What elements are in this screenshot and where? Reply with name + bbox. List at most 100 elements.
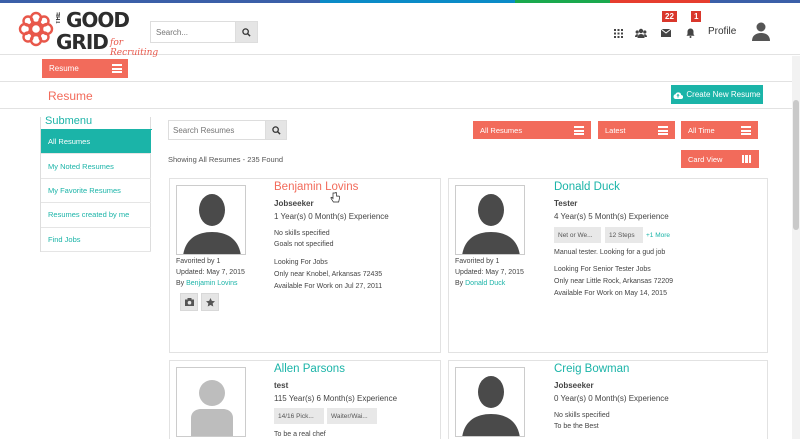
time-range-dropdown[interactable]: All Time: [681, 121, 758, 139]
candidate-location: Only near Little Rock, Arkansas 72209: [554, 278, 674, 285]
resume-type-label: All Resumes: [480, 125, 523, 135]
logo[interactable]: THE GOOD GRID for Recruiting: [18, 7, 158, 58]
resume-search-input[interactable]: [169, 121, 265, 139]
view-mode-dropdown[interactable]: Card View: [681, 150, 759, 168]
resume-photo: [455, 185, 525, 255]
camera-icon: [184, 298, 194, 306]
candidate-experience: 0 Year(s) 0 Month(s) Experience: [554, 394, 669, 403]
time-range-label: All Time: [688, 125, 715, 135]
candidate-role: Tester: [554, 199, 578, 208]
candidate-location: Only near Knobel, Arkansas 72435: [274, 271, 383, 278]
submenu-title: Submenu: [45, 115, 93, 127]
resume-search-button[interactable]: [265, 121, 286, 139]
user-silhouette-icon: [462, 194, 520, 254]
resume-card[interactable]: Creig Bowman Jobseeker 0 Year(s) 0 Month…: [448, 360, 768, 439]
submenu-item-all-resumes[interactable]: All Resumes: [41, 130, 151, 155]
search-icon: [271, 125, 281, 135]
candidate-goals: To be the Best: [554, 423, 599, 430]
hand-cursor-icon: [330, 192, 340, 203]
page-title: Resume: [48, 89, 93, 103]
candidate-skills: No skills specified: [274, 230, 330, 237]
candidate-looking-for: Looking For Jobs: [274, 259, 328, 266]
candidate-experience: 115 Year(s) 6 Month(s) Experience: [274, 394, 398, 403]
notifications-button[interactable]: 1: [683, 11, 702, 40]
menu-icon: [741, 126, 751, 135]
resume-type-dropdown[interactable]: All Resumes: [473, 121, 591, 139]
module-bar: Resume: [0, 56, 800, 82]
messages-button[interactable]: 22: [659, 11, 677, 40]
more-skills-link[interactable]: +1 More: [646, 227, 676, 243]
search-icon: [242, 27, 251, 37]
resume-card[interactable]: Benjamin Lovins Jobseeker 1 Year(s) 0 Mo…: [169, 178, 441, 353]
submenu-panel: Submenu All Resumes My Noted Resumes My …: [40, 115, 152, 252]
menu-icon: [112, 64, 122, 73]
cloud-upload-icon: [673, 91, 684, 99]
sort-dropdown[interactable]: Latest: [598, 121, 675, 139]
candidate-looking-for: Looking For Senior Tester Jobs: [554, 266, 651, 273]
top-header: THE GOOD GRID for Recruiting 22 1 Profil…: [0, 3, 800, 58]
logo-grid: GRID: [56, 30, 109, 54]
profile-link[interactable]: Profile: [708, 26, 736, 37]
star-icon: [205, 297, 215, 307]
menu-icon: [574, 126, 584, 135]
user-silhouette-icon: [191, 380, 233, 436]
results-count: Showing All Resumes - 235 Found: [168, 155, 284, 164]
candidate-role: Jobseeker: [554, 381, 594, 390]
resume-card[interactable]: Donald Duck Tester 4 Year(s) 5 Month(s) …: [448, 178, 768, 353]
updated-date: Updated: May 7, 2015: [176, 269, 245, 276]
avatar[interactable]: [751, 21, 771, 41]
apps-button[interactable]: [611, 26, 625, 40]
created-by-link[interactable]: Benjamin Lovins: [186, 280, 237, 287]
submenu-item-favorite-resumes[interactable]: My Favorite Resumes: [41, 179, 151, 204]
candidate-role: Jobseeker: [274, 199, 314, 208]
create-new-resume-label: Create New Resume: [686, 90, 761, 99]
resume-card[interactable]: Allen Parsons test 115 Year(s) 6 Month(s…: [169, 360, 441, 439]
messages-badge: 22: [662, 11, 677, 22]
candidate-availability: Available For Work on May 14, 2015: [554, 290, 667, 297]
favorited-count: Favorited by 1: [455, 258, 500, 265]
candidate-goals: Manual tester. Looking for a gud job: [554, 249, 666, 256]
global-search-button[interactable]: [235, 22, 257, 42]
user-silhouette-icon: [183, 194, 241, 254]
apps-grid-icon: [613, 28, 623, 38]
global-search-input[interactable]: [151, 22, 235, 42]
resume-menu-button[interactable]: Resume: [42, 59, 128, 78]
candidate-name[interactable]: Creig Bowman: [554, 363, 629, 375]
created-by-link[interactable]: Donald Duck: [465, 280, 505, 287]
created-by: By Donald Duck: [455, 280, 505, 287]
resume-photo: [455, 367, 525, 437]
create-new-resume-button[interactable]: Create New Resume: [671, 85, 763, 104]
candidate-goals: To be a real chef: [274, 431, 326, 438]
bell-icon: [686, 28, 694, 38]
candidate-name[interactable]: Benjamin Lovins: [274, 181, 358, 193]
columns-icon: [742, 155, 751, 163]
submenu-item-find-jobs[interactable]: Find Jobs: [41, 228, 151, 252]
users-icon: [635, 28, 647, 38]
user-silhouette-icon: [462, 376, 520, 436]
users-button[interactable]: [634, 26, 648, 40]
skill-chip[interactable]: Net or We...: [554, 227, 601, 243]
submenu-item-created-by-me[interactable]: Resumes created by me: [41, 203, 151, 228]
updated-date: Updated: May 7, 2015: [455, 269, 524, 276]
created-by: By Benjamin Lovins: [176, 280, 238, 287]
resume-menu-label: Resume: [49, 64, 79, 73]
candidate-goals: Goals not specified: [274, 241, 334, 248]
created-by-label: By: [455, 280, 464, 287]
candidate-experience: 4 Year(s) 5 Month(s) Experience: [554, 212, 669, 221]
candidate-name[interactable]: Allen Parsons: [274, 363, 345, 375]
logo-the: THE: [56, 12, 62, 24]
skill-chip[interactable]: 12 Steps: [605, 227, 643, 243]
submenu-item-noted-resumes[interactable]: My Noted Resumes: [41, 154, 151, 179]
scrollbar-thumb[interactable]: [793, 100, 799, 230]
created-by-label: By: [176, 280, 185, 287]
favorited-count: Favorited by 1: [176, 258, 221, 265]
skill-chip[interactable]: Waiter/Wai...: [327, 408, 377, 424]
photo-button[interactable]: [180, 293, 198, 311]
skill-chip[interactable]: 14/16 Pick...: [274, 408, 324, 424]
sort-label: Latest: [605, 125, 626, 135]
logo-emblem-icon: [18, 11, 54, 47]
candidate-experience: 1 Year(s) 0 Month(s) Experience: [274, 212, 389, 221]
global-search: [150, 21, 258, 43]
candidate-name[interactable]: Donald Duck: [554, 181, 620, 193]
favorite-button[interactable]: [201, 293, 219, 311]
